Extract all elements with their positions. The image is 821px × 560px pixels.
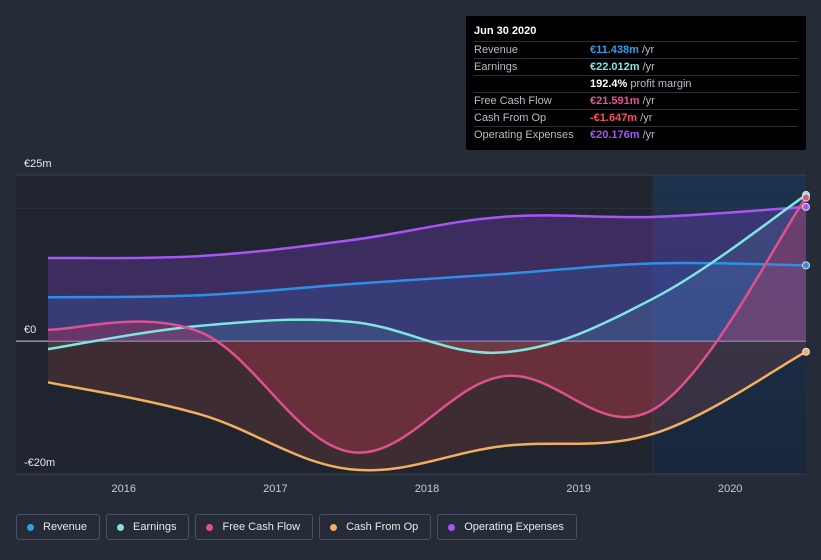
legend-item-operating-expenses[interactable]: Operating Expenses (437, 514, 577, 540)
legend-item-revenue[interactable]: Revenue (16, 514, 101, 540)
tooltip-row-value: 192.4% profit margin (590, 78, 692, 90)
tooltip-row-unit: /yr (637, 112, 653, 124)
tooltip-row: Earnings €22.012m /yr (474, 58, 798, 76)
legend-label: Free Cash Flow (222, 521, 301, 533)
legend-label: Operating Expenses (464, 521, 564, 533)
tooltip-row-unit: /yr (639, 95, 655, 107)
tooltip-row-label: Free Cash Flow (474, 95, 552, 107)
tooltip-row-unit: profit margin (627, 78, 692, 90)
legend-label: Cash From Op (346, 521, 419, 533)
revenue-end-point (802, 261, 810, 270)
legend-dot-icon (330, 523, 338, 531)
tooltip-title: Jun 30 2020 (474, 25, 537, 37)
tooltip-row-value: -€1.647m /yr (590, 112, 653, 124)
legend-item-cash-from-op[interactable]: Cash From Op (319, 514, 432, 540)
tooltip-row: Free Cash Flow €21.591m /yr (474, 92, 798, 110)
tooltip-row-unit: /yr (638, 44, 655, 56)
tooltip: Jun 30 2020 Revenue €11.438m /yr Earnings €… (466, 16, 806, 150)
tooltip-row-value: €21.591m /yr (590, 95, 655, 107)
y-tick-label: -€20m (24, 457, 55, 469)
tooltip-row-value: €11.438m /yr (590, 44, 655, 56)
cash-from-op-end-point (802, 347, 810, 356)
x-tick-label: 2020 (718, 483, 742, 495)
legend-item-earnings[interactable]: Earnings (106, 514, 190, 540)
legend-label: Earnings (133, 521, 177, 533)
legend-item-free-cash-flow[interactable]: Free Cash Flow (195, 514, 314, 540)
free-cash-flow-end-point (802, 193, 810, 202)
tooltip-row-label: Revenue (474, 44, 519, 56)
tooltip-row-value: €22.012m /yr (590, 61, 655, 73)
tooltip-row: Operating Expenses €20.176m /yr (474, 126, 798, 144)
legend-label: Revenue (43, 521, 88, 533)
operating-expenses-end-point (802, 202, 810, 211)
legend-dot-icon (27, 523, 34, 531)
tooltip-row-label: Cash From Op (474, 112, 547, 124)
y-tick-label: €25m (24, 158, 52, 170)
legend: Revenue Earnings Free Cash Flow Cash From O… (16, 514, 577, 540)
tooltip-row-unit: /yr (639, 129, 655, 141)
y-tick-label: €0 (24, 324, 36, 336)
tooltip-row: Revenue €11.438m /yr (474, 41, 798, 59)
x-tick-label: 2016 (112, 483, 136, 495)
legend-dot-icon (117, 523, 125, 531)
x-tick-label: 2017 (263, 483, 287, 495)
legend-dot-icon (206, 523, 214, 531)
tooltip-row-unit: /yr (639, 61, 655, 73)
tooltip-row-label: Earnings (474, 61, 518, 73)
tooltip-row-label: Operating Expenses (474, 129, 574, 141)
tooltip-row: 192.4% profit margin (474, 75, 798, 93)
x-tick-label: 2019 (566, 483, 590, 495)
x-tick-label: 2018 (415, 483, 439, 495)
legend-dot-icon (448, 523, 456, 531)
tooltip-row: Cash From Op -€1.647m /yr (474, 109, 798, 127)
tooltip-row-value: €20.176m /yr (590, 129, 655, 141)
